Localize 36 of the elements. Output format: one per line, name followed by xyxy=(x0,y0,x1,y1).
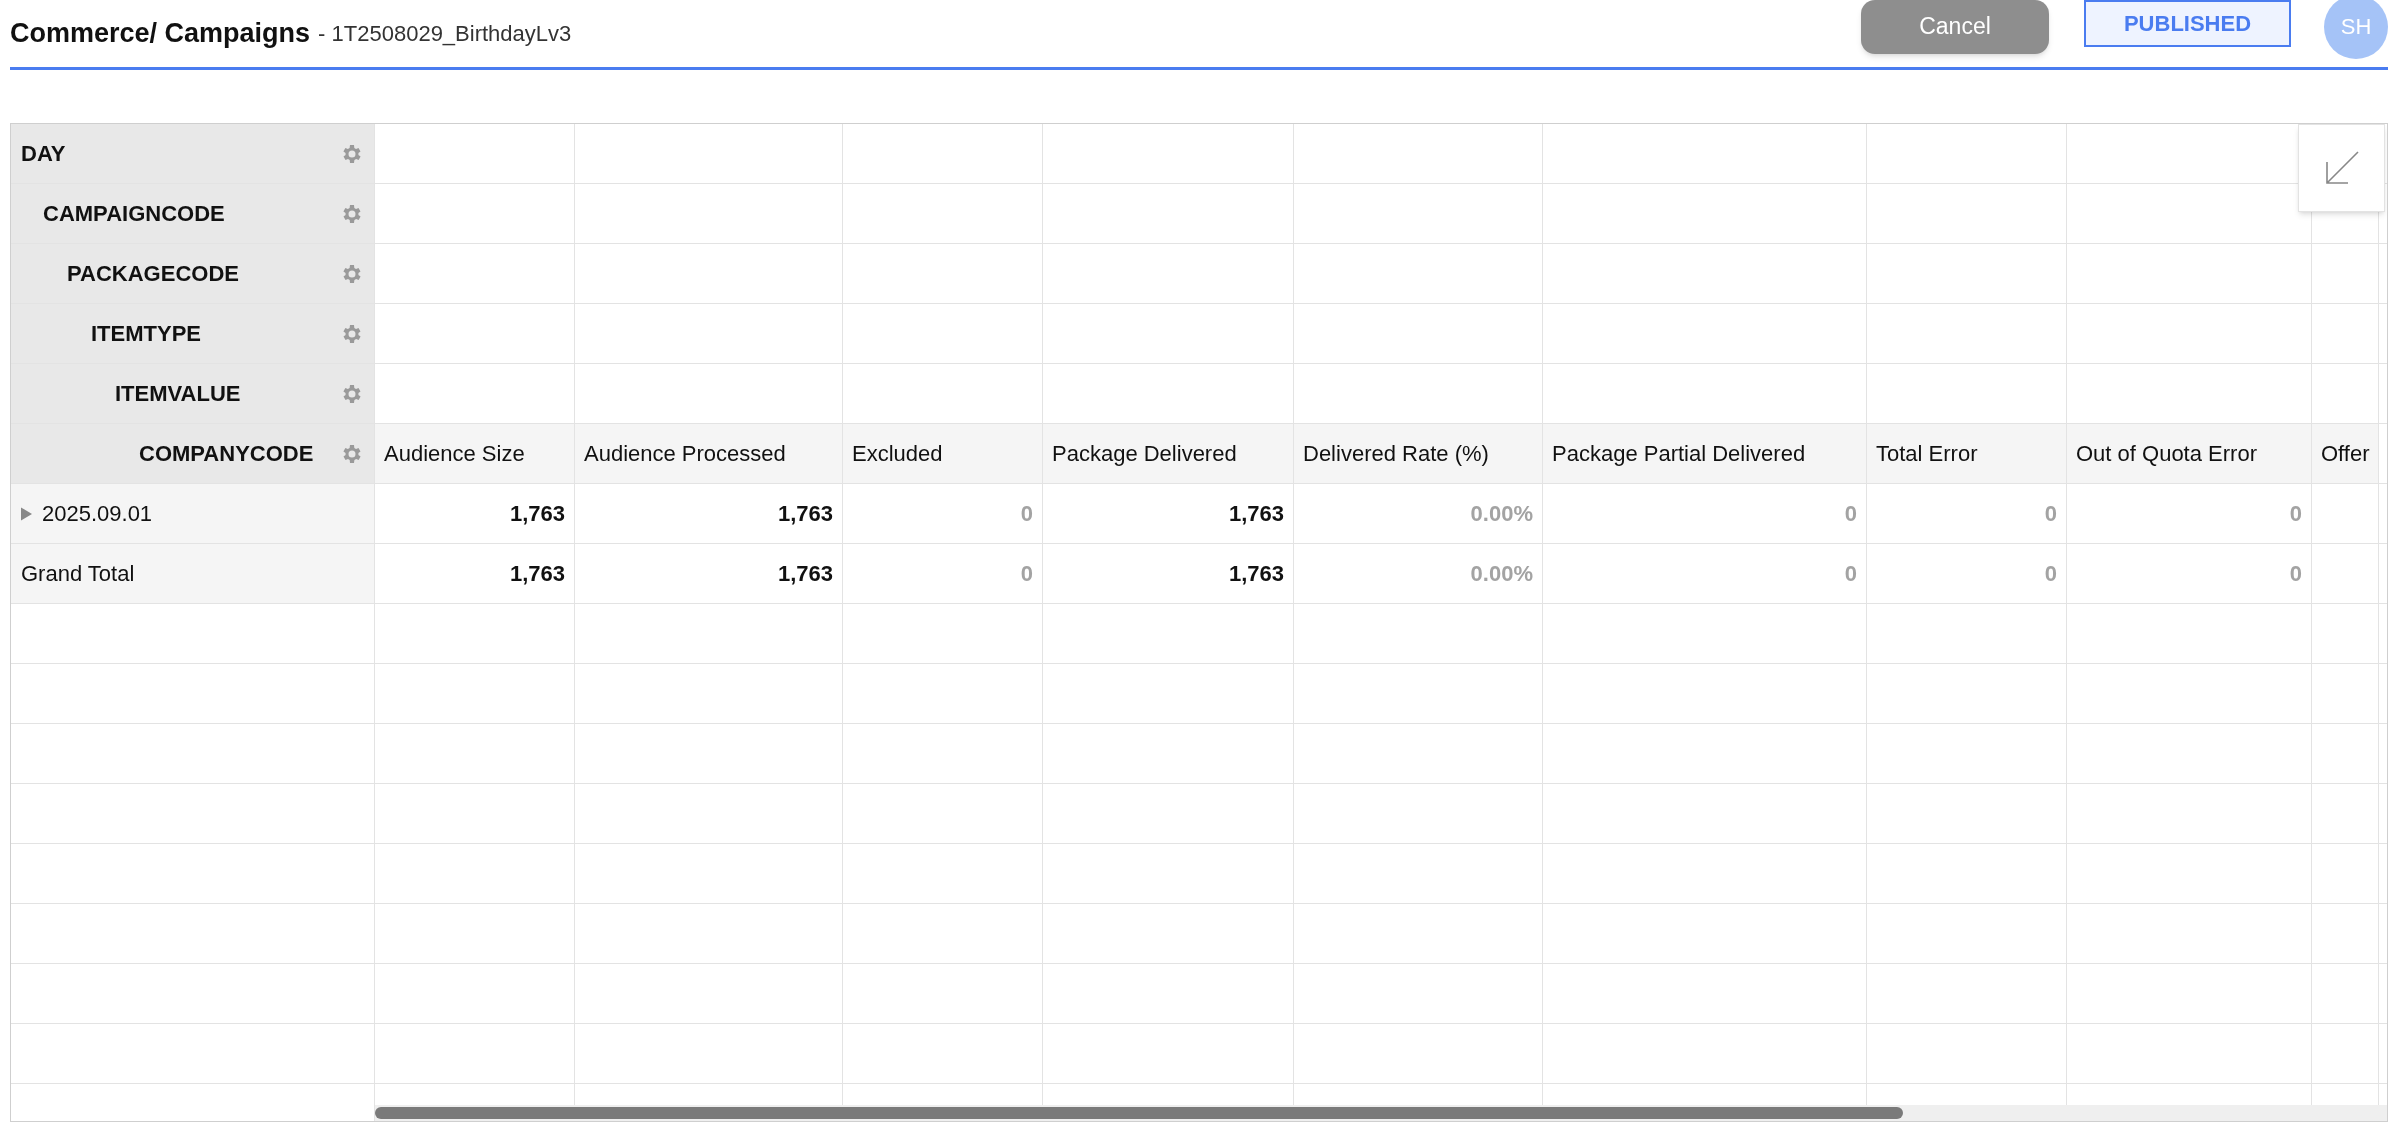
column-header: Audience Processed xyxy=(575,424,843,483)
value-cell-text: 0.00% xyxy=(1470,560,1533,588)
column-header: Package Delivered xyxy=(1043,424,1294,483)
collapse-button[interactable] xyxy=(2298,124,2385,212)
value-cell-text: 1,763 xyxy=(509,560,565,588)
value-cell-text: 1,763 xyxy=(777,500,833,528)
value-cell-text: 0 xyxy=(1020,560,1033,588)
column-header: Package Partial Delivered xyxy=(1543,424,1867,483)
value-cell-text: 1,763 xyxy=(1228,500,1284,528)
value-cell-text: 0 xyxy=(2289,500,2302,528)
value-cell-text: 0 xyxy=(1844,560,1857,588)
value-cell-text: 0.00% xyxy=(1470,500,1533,528)
column-header: Offer xyxy=(2312,424,2379,483)
scrollbar-thumb[interactable] xyxy=(375,1107,1903,1119)
value-cell-text: 1,763 xyxy=(777,560,833,588)
value-cell-text: 0 xyxy=(1020,500,1033,528)
column-header: Audience Size xyxy=(375,424,575,483)
value-cell-text: 0 xyxy=(2044,560,2057,588)
row-field-label[interactable]: ITEMVALUE xyxy=(115,377,241,410)
value-cell-text: 1,763 xyxy=(509,500,565,528)
campaign-name: - 1T2508029_BirthdayLv3 xyxy=(318,20,572,48)
row-field-label[interactable]: DAY xyxy=(21,137,66,170)
column-header: Delivered Rate (%) xyxy=(1294,424,1543,483)
value-cell-text: 0 xyxy=(2289,560,2302,588)
value-cell-text: 1,763 xyxy=(1228,560,1284,588)
row-label: 2025.09.01 xyxy=(42,500,153,528)
column-header: Total Error xyxy=(1867,424,2067,483)
row-field-label[interactable]: ITEMTYPE xyxy=(91,317,201,350)
value-cell-text: 0 xyxy=(2044,500,2057,528)
value-cell-text: 0 xyxy=(1844,500,1857,528)
expand-arrow-icon[interactable] xyxy=(21,506,32,521)
arrow-down-left-icon xyxy=(2323,150,2360,186)
row-label: Grand Total xyxy=(21,560,135,588)
column-header: Excluded xyxy=(843,424,1043,483)
column-header: Out of Quota Error xyxy=(2067,424,2312,483)
page-title: Commerce/ Campaigns xyxy=(10,17,311,51)
